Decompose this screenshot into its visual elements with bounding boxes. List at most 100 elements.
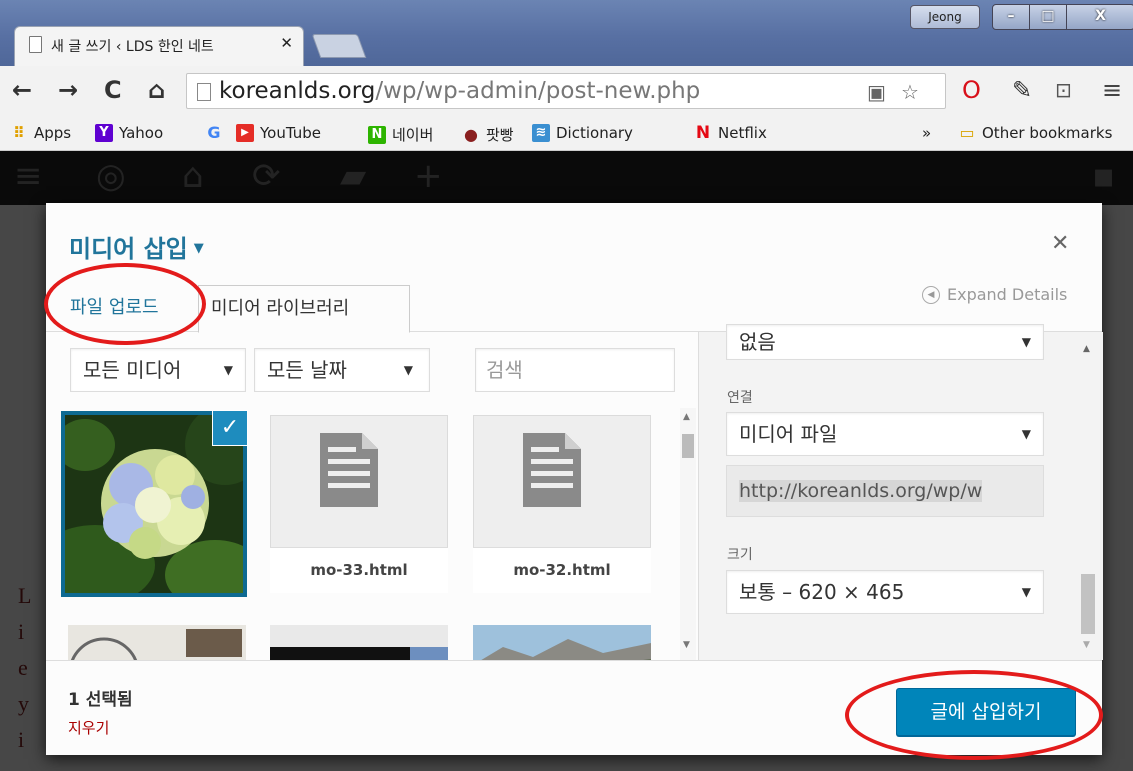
modal-title[interactable]: 미디어 삽입 ▼ bbox=[69, 229, 204, 264]
window-maximize-button[interactable]: □ bbox=[1029, 4, 1067, 30]
page-info-icon[interactable] bbox=[197, 83, 211, 101]
home-icon[interactable]: ⌂ bbox=[148, 78, 165, 102]
collapse-arrow-icon: ◀ bbox=[922, 285, 940, 304]
image-size-value: 보통 – 620 × 465 bbox=[739, 580, 905, 604]
profile-button[interactable]: Jeong bbox=[910, 5, 980, 29]
bookmark-naver[interactable]: N 네이버 bbox=[368, 124, 433, 145]
menu-icon[interactable]: ≡ bbox=[1102, 78, 1122, 102]
bookmarks-bar: ⠿ Apps Y Yahoo G ▶ YouTube N 네이버 ● 팟빵 ≋ … bbox=[0, 118, 1133, 151]
window-minimize-button[interactable]: – bbox=[992, 4, 1030, 30]
address-url: koreanlds.org/wp/wp-admin/post-new.php bbox=[219, 78, 701, 104]
chevron-down-icon: ▼ bbox=[1021, 585, 1031, 599]
alignment-select[interactable]: 없음 ▼ bbox=[726, 324, 1044, 360]
translate-icon[interactable]: ▣ bbox=[867, 80, 886, 104]
modal-close-icon[interactable]: ✕ bbox=[1051, 231, 1069, 256]
attachments-scrollbar[interactable]: ▲ ▼ bbox=[680, 408, 696, 660]
page-favicon-icon bbox=[29, 36, 42, 53]
tab-title: 새 글 쓰기 ‹ LDS 한인 네트 bbox=[51, 39, 214, 55]
opera-extension-icon[interactable]: O bbox=[962, 78, 981, 102]
eyedropper-extension-icon[interactable]: ✎ bbox=[1012, 78, 1032, 102]
attachment-document[interactable]: mo-32.html bbox=[473, 415, 651, 593]
alignment-value: 없음 bbox=[739, 330, 776, 354]
browser-tabstrip: 새 글 쓰기 ‹ LDS 한인 네트 ✕ Jeong – □ X bbox=[0, 0, 1133, 66]
link-label: 연결 bbox=[727, 390, 753, 406]
bookmark-google[interactable]: G bbox=[205, 124, 223, 142]
bookmark-dictionary[interactable]: ≋ Dictionary bbox=[532, 124, 633, 142]
selection-count: 1 선택됨 bbox=[68, 690, 133, 710]
link-url-field[interactable]: http://koreanlds.org/wp/w bbox=[726, 465, 1044, 517]
apps-grid-icon: ⠿ bbox=[13, 124, 25, 142]
bookmark-yahoo[interactable]: Y Yahoo bbox=[95, 124, 163, 142]
title-dropdown-caret-icon: ▼ bbox=[193, 241, 204, 256]
attachment-image-hydrangea[interactable]: ✓ bbox=[60, 408, 265, 610]
document-file-icon bbox=[320, 433, 378, 507]
bookmark-youtube[interactable]: ▶ YouTube bbox=[236, 124, 321, 142]
scrollbar-thumb[interactable] bbox=[1081, 574, 1095, 634]
selected-check-icon[interactable]: ✓ bbox=[213, 411, 247, 445]
podbbang-icon: ● bbox=[464, 124, 478, 144]
attachment-settings-sidebar: 없음 ▼ 연결 미디어 파일 ▼ http://koreanlds.org/wp… bbox=[698, 324, 1103, 660]
media-type-value: 모든 미디어 bbox=[83, 358, 182, 382]
naver-icon: N bbox=[368, 125, 386, 144]
document-file-icon bbox=[523, 433, 581, 507]
bookmark-apps[interactable]: ⠿ Apps bbox=[10, 124, 71, 142]
chevron-down-icon: ▼ bbox=[1021, 335, 1031, 349]
attachment-document[interactable]: mo-33.html bbox=[270, 415, 448, 593]
tab-upload-files[interactable]: 파일 업로드 bbox=[58, 285, 171, 331]
window-close-button[interactable]: X bbox=[1066, 4, 1133, 30]
link-url-value: http://koreanlds.org/wp/w bbox=[739, 480, 983, 502]
scroll-up-arrow-icon[interactable]: ▲ bbox=[1083, 344, 1090, 354]
link-to-value: 미디어 파일 bbox=[739, 422, 838, 446]
size-label: 크기 bbox=[727, 547, 753, 563]
media-toolbar: 1 선택됨 지우기 글에 삽입하기 bbox=[46, 660, 1102, 755]
back-arrow-icon[interactable]: ← bbox=[12, 78, 32, 102]
tab-close-icon[interactable]: ✕ bbox=[280, 34, 293, 52]
yahoo-icon: Y bbox=[95, 124, 113, 142]
scrollbar-thumb[interactable] bbox=[682, 434, 694, 458]
media-date-filter[interactable]: 모든 날짜 ▼ bbox=[254, 348, 430, 392]
attachment-filename: mo-32.html bbox=[473, 547, 651, 593]
scroll-down-arrow-icon[interactable]: ▼ bbox=[1083, 640, 1090, 650]
other-bookmarks-folder[interactable]: ▭ Other bookmarks bbox=[958, 123, 1112, 143]
attachment-filename: mo-33.html bbox=[270, 547, 448, 593]
modal-title-text: 미디어 삽입 bbox=[69, 235, 188, 263]
chevron-down-icon: ▼ bbox=[403, 363, 413, 377]
attachments-grid: ✓ mo-33.html mo-32.html bbox=[60, 408, 680, 660]
attachment-image-partial[interactable] bbox=[473, 625, 651, 660]
address-bar[interactable]: koreanlds.org/wp/wp-admin/post-new.php ▣… bbox=[186, 73, 946, 109]
new-tab-button[interactable] bbox=[311, 34, 367, 58]
reload-icon[interactable]: C bbox=[104, 78, 122, 102]
chevron-down-icon: ▼ bbox=[1021, 427, 1031, 441]
tab-media-library[interactable]: 미디어 라이브러리 bbox=[198, 285, 410, 333]
netflix-icon: N bbox=[695, 123, 711, 143]
google-icon: G bbox=[207, 123, 221, 142]
attachment-thumbnail bbox=[68, 625, 246, 660]
cast-icon[interactable]: ⊡ bbox=[1055, 78, 1072, 102]
attachment-image-partial[interactable] bbox=[68, 625, 246, 660]
bookmark-podbbang[interactable]: ● 팟빵 bbox=[462, 124, 514, 145]
attachment-thumbnail bbox=[473, 625, 651, 660]
bookmark-star-icon[interactable]: ☆ bbox=[901, 80, 919, 104]
youtube-icon: ▶ bbox=[236, 124, 254, 142]
expand-details-label: Expand Details bbox=[947, 285, 1068, 304]
media-type-filter[interactable]: 모든 미디어 ▼ bbox=[70, 348, 246, 392]
browser-toolbar: ← → C ⌂ koreanlds.org/wp/wp-admin/post-n… bbox=[0, 66, 1133, 119]
media-modal: 미디어 삽입 ▼ ✕ 파일 업로드 미디어 라이브러리 ◀ Expand Deta… bbox=[46, 203, 1103, 755]
folder-icon: ▭ bbox=[959, 123, 975, 142]
scroll-down-arrow-icon[interactable]: ▼ bbox=[683, 640, 690, 650]
forward-arrow-icon[interactable]: → bbox=[58, 78, 78, 102]
clear-selection-link[interactable]: 지우기 bbox=[68, 717, 109, 738]
chevron-down-icon: ▼ bbox=[223, 363, 233, 377]
attachment-image-partial[interactable] bbox=[270, 625, 448, 660]
sidebar-scrollbar[interactable]: ▲ ▼ bbox=[1079, 332, 1095, 654]
expand-details-button[interactable]: ◀ Expand Details bbox=[922, 285, 1067, 304]
media-search-input[interactable]: 검색 bbox=[475, 348, 675, 392]
scroll-up-arrow-icon[interactable]: ▲ bbox=[683, 412, 690, 422]
link-to-select[interactable]: 미디어 파일 ▼ bbox=[726, 412, 1044, 456]
bookmark-netflix[interactable]: N Netflix bbox=[694, 124, 767, 142]
bookmarks-overflow-button[interactable]: » bbox=[922, 124, 931, 142]
image-size-select[interactable]: 보통 – 620 × 465 ▼ bbox=[726, 570, 1044, 614]
media-date-value: 모든 날짜 bbox=[267, 358, 347, 382]
browser-tab-active[interactable]: 새 글 쓰기 ‹ LDS 한인 네트 ✕ bbox=[14, 26, 304, 66]
insert-into-post-button[interactable]: 글에 삽입하기 bbox=[896, 688, 1076, 736]
